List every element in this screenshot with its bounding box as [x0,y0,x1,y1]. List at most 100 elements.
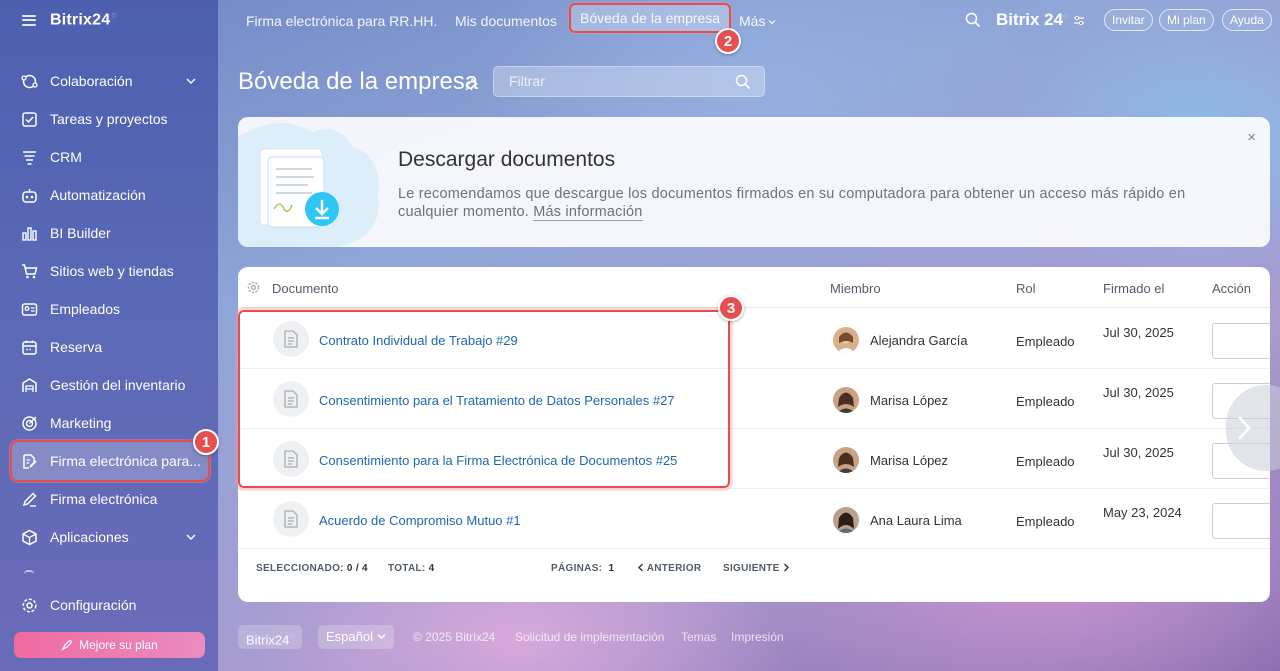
column-header-documento[interactable]: Documento [272,281,338,296]
chevron-left-icon [638,563,643,572]
rocket-icon [61,640,72,651]
sidebar-item-label: Colaboración [50,73,133,89]
logo[interactable]: Bitrix24◌ [50,10,117,29]
member-name[interactable]: Ana Laura Lima [870,513,962,528]
automation-icon [22,188,37,203]
table-footer: SELECCIONADO: 0 / 4 TOTAL: 4 PÁGINAS: 1 … [238,548,1270,588]
sidebar-item-label: Sitios web y tiendas [50,263,174,279]
pen-icon [22,491,37,507]
document-link[interactable]: Acuerdo de Compromiso Mutuo #1 [319,513,521,528]
sidebar-item-reserva[interactable]: Reserva [0,328,218,366]
tab-firma-rrhh[interactable]: Firma electrónica para RR.HH. [246,13,437,29]
next-page-button[interactable]: SIGUIENTE [723,563,790,574]
sidebar-item-firma-rrhh[interactable]: Firma electrónica para... [10,440,210,482]
menu-icon[interactable] [22,14,36,26]
sidebar-settings-area: Configuración [0,586,218,624]
tab-mis-documentos[interactable]: Mis documentos [455,13,557,29]
sidebar-item-bi-builder[interactable]: BI Builder [0,214,218,252]
sidebar-item-label: Tareas y proyectos [50,111,168,127]
upgrade-plan-label: Mejore su plan [79,638,158,652]
action-button[interactable] [1212,323,1270,359]
gear-icon[interactable] [247,281,260,294]
page-title: Bóveda de la empresa [238,68,479,95]
sidebar-item-label: Aplicaciones [50,529,129,545]
sidebar-item-automatizacion[interactable]: Automatización [0,176,218,214]
copyright: © 2025 Bitrix24 [413,630,496,644]
avatar [833,387,859,413]
signed-date: May 23, 2024 [1103,505,1182,520]
chevron-right-icon [783,563,789,572]
sidebar-item-label: Reserva [50,339,103,355]
column-header-miembro[interactable]: Miembro [830,281,881,296]
sidebar-item-aplicaciones[interactable]: Aplicaciones [0,518,218,556]
banner-description: Le recomendamos que descargue los docume… [398,186,1186,220]
sidebar-item-label: Marketing [50,415,112,431]
total-count: TOTAL: 4 [388,563,435,574]
sidebar-item-inventario[interactable]: Gestión del inventario [0,366,218,404]
previous-page-button[interactable]: ANTERIOR [637,563,701,574]
search-icon[interactable] [735,74,751,90]
download-banner: Descargar documentos Le recomendamos que… [238,117,1270,247]
column-header-accion[interactable]: Acción [1212,281,1251,296]
calendar-icon [22,340,37,355]
action-button[interactable] [1212,503,1270,539]
sidebar-item-crm[interactable]: CRM [0,138,218,176]
member-name[interactable]: Alejandra García [870,333,968,348]
help-button[interactable]: Ayuda [1222,9,1272,31]
signature-hr-icon [23,453,37,469]
sidebar-item-empleados[interactable]: Empleados [0,290,218,328]
member-name[interactable]: Marisa López [870,453,948,468]
employees-icon [21,302,38,316]
close-icon[interactable]: × [1247,129,1256,146]
table-header: Documento Miembro Rol Firmado el Acción [238,267,1270,308]
chevron-down-icon [769,20,776,25]
role: Empleado [1016,514,1075,529]
bi-builder-icon [22,226,37,241]
sidebar-item-marketing[interactable]: Marketing [0,404,218,442]
step-badge-2: 2 [715,28,741,54]
settings-switch-icon[interactable] [1073,15,1085,26]
scroll-indicator [24,570,34,574]
more-info-link[interactable]: Más información [533,204,643,221]
themes-link[interactable]: Temas [681,630,716,644]
member-name[interactable]: Marisa López [870,393,948,408]
role: Empleado [1016,394,1075,409]
chevron-right-icon [1238,416,1251,440]
brand-logo[interactable]: Bitrix 24◌ [996,10,1068,30]
pin-icon[interactable] [465,78,478,91]
tab-mas[interactable]: Más [739,13,776,29]
invite-button[interactable]: Invitar [1104,9,1153,31]
my-plan-button[interactable]: Mi plan [1159,9,1214,31]
sidebar-menu: Colaboración Tareas y proyectos CRM Auto… [0,62,218,556]
search-icon[interactable] [965,12,981,28]
sidebar-header: Bitrix24◌ [0,0,218,40]
footer-brand[interactable]: Bitrix24◌ [238,625,303,649]
print-link[interactable]: Impresión [731,630,784,644]
apps-icon [22,529,37,545]
sidebar-item-firma[interactable]: Firma electrónica [0,480,218,518]
download-documents-illustration [238,123,379,247]
chevron-down-icon [186,78,196,84]
banner-title: Descargar documentos [398,148,616,171]
gear-icon [22,597,37,613]
sidebar-item-label: Empleados [50,301,121,317]
sidebar-item-sitios[interactable]: Sitios web y tiendas [0,252,218,290]
banner-text: Le recomendamos que descargue los docume… [398,185,1238,221]
signed-date: Jul 30, 2025 [1103,445,1174,460]
pages-count: PÁGINAS: 1 [551,563,615,574]
filter-input[interactable]: Filtrar [493,66,765,97]
sidebar-item-configuracion[interactable]: Configuración [0,586,218,624]
collaboration-icon [21,74,38,88]
column-header-rol[interactable]: Rol [1016,281,1036,296]
role: Empleado [1016,334,1075,349]
tab-boveda-empresa[interactable]: Bóveda de la empresa [568,3,732,33]
column-header-firmado[interactable]: Firmado el [1103,281,1164,296]
tasks-icon [22,111,37,127]
implementation-link[interactable]: Solicitud de implementación [515,630,664,644]
tab-mas-label: Más [739,13,766,29]
language-selector[interactable]: Español [318,625,394,649]
sidebar-item-colaboracion[interactable]: Colaboración [0,62,218,100]
upgrade-plan-button[interactable]: Mejore su plan [14,632,205,658]
signed-date: Jul 30, 2025 [1103,325,1174,340]
sidebar-item-tareas[interactable]: Tareas y proyectos [0,100,218,138]
